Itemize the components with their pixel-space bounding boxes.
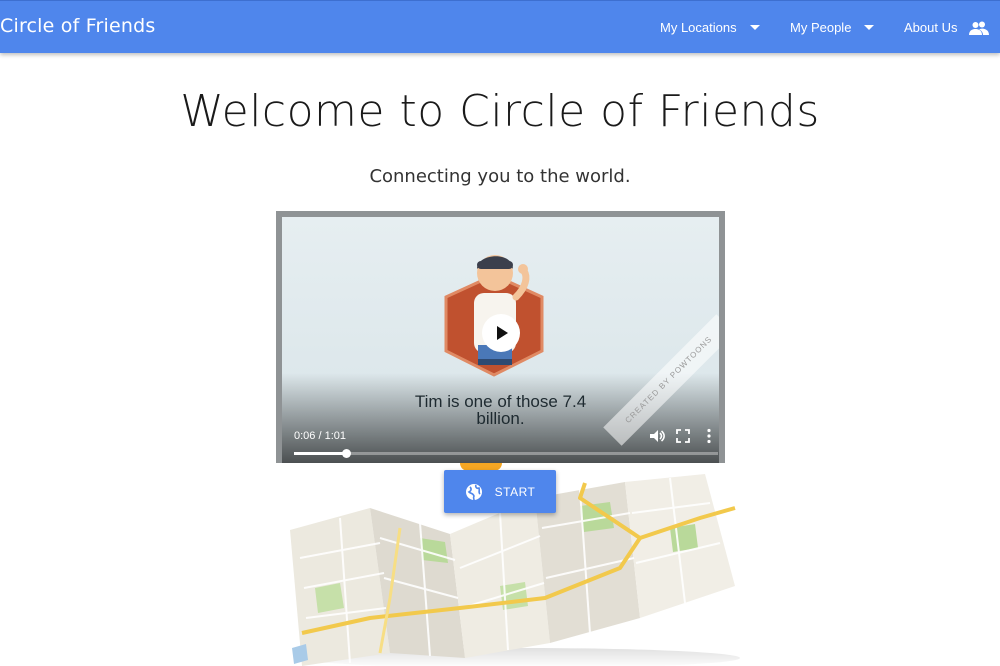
video-player[interactable]: CREATED BY POWTOONS Tim is one of those … <box>276 211 725 463</box>
play-icon <box>497 326 508 340</box>
chevron-down-icon <box>749 25 760 30</box>
brand-title[interactable]: Circle of Friends <box>0 15 155 37</box>
chevron-down-icon <box>864 25 875 30</box>
video-caption: Tim is one of those 7.4 billion. <box>282 393 719 427</box>
nav-my-locations[interactable]: My Locations <box>660 1 760 54</box>
nav-my-people-label: My People <box>790 20 852 35</box>
video-progress-bar[interactable] <box>294 449 718 458</box>
nav-about-us[interactable]: About Us <box>904 1 990 54</box>
volume-icon[interactable] <box>648 427 666 445</box>
video-frame: CREATED BY POWTOONS Tim is one of those … <box>282 217 719 463</box>
video-time: 0:06 / 1:01 <box>294 430 346 442</box>
play-button[interactable] <box>482 314 520 352</box>
fullscreen-icon[interactable] <box>674 427 692 445</box>
start-button[interactable]: START <box>444 470 556 513</box>
page-title: Welcome to Circle of Friends <box>180 86 820 137</box>
nav-about-us-label: About Us <box>904 20 958 35</box>
globe-icon <box>465 483 482 500</box>
video-caption-line-2: billion. <box>476 409 525 428</box>
page-subtitle: Connecting you to the world. <box>369 166 631 187</box>
people-icon <box>969 21 990 35</box>
nav-my-people[interactable]: My People <box>790 1 875 54</box>
video-progress-fill <box>294 452 347 455</box>
more-options-icon[interactable] <box>700 427 718 445</box>
start-button-label: START <box>494 484 536 499</box>
video-caption-line-1: Tim is one of those 7.4 <box>414 392 587 411</box>
nav-my-locations-label: My Locations <box>660 20 737 35</box>
navbar: Circle of Friends My Locations My People… <box>0 0 1000 53</box>
